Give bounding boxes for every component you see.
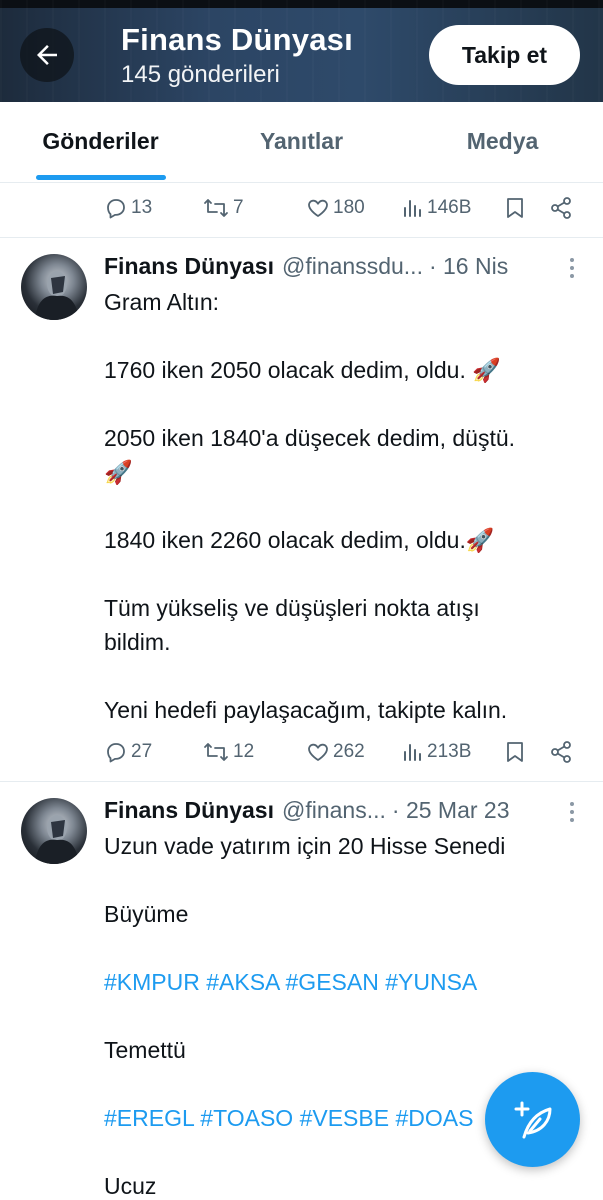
tweet-line: Uzun vade yatırım için 20 Hisse Senedi <box>104 833 506 859</box>
reply-icon <box>107 199 125 219</box>
tweet-date[interactable]: · 25 Mar 23 <box>392 797 510 824</box>
tweet-line: 1840 iken 2260 olacak dedim, oldu.🚀 <box>104 527 495 553</box>
author-handle[interactable]: @finanssdu... <box>282 253 423 280</box>
share-button[interactable] <box>549 730 573 774</box>
retweet-icon <box>204 199 228 217</box>
tweet-date[interactable]: · 16 Nis <box>429 253 508 280</box>
views-count: 146B <box>427 197 472 218</box>
bookmark-icon <box>507 742 523 762</box>
more-options-icon[interactable] <box>562 797 582 827</box>
reply-icon <box>107 743 125 763</box>
tweet-line: Yeni hedefi paylaşacağım, takipte kalın. <box>104 697 508 723</box>
avatar-image <box>35 815 79 864</box>
follow-button[interactable]: Takip et <box>429 25 580 85</box>
tab-label: Gönderiler <box>42 127 159 154</box>
bookmark-icon <box>507 198 523 218</box>
arrow-left-icon <box>37 45 57 65</box>
retweet-count: 7 <box>233 197 244 218</box>
bookmark-button[interactable] <box>504 730 526 774</box>
tweet-line: Gram Altın: <box>104 289 220 315</box>
tweet[interactable]: Finans Dünyası @finanssdu... · 16 Nis Gr… <box>0 238 603 782</box>
like-count: 262 <box>333 741 365 762</box>
author-handle[interactable]: @finans... <box>282 797 386 824</box>
views-button[interactable]: 213B <box>402 730 471 774</box>
tweet-actions: 13 7 180 146B <box>0 186 603 230</box>
tab-label: Yanıtlar <box>259 127 344 154</box>
tweet-line: Ucuz <box>104 1173 157 1199</box>
retweet-button[interactable]: 12 <box>202 730 254 774</box>
like-button[interactable]: 180 <box>306 186 365 230</box>
tweet-line: Tüm yükseliş ve düşüşleri nokta atışı <box>104 595 480 621</box>
active-tab-indicator <box>35 175 166 180</box>
views-count: 213B <box>427 741 472 762</box>
tweet-text: Gram Altın: 1760 iken 2050 olacak dedim,… <box>104 285 574 727</box>
share-button[interactable] <box>549 186 573 230</box>
tab-media[interactable]: Medya <box>402 102 603 182</box>
tweet-actions: 27 12 262 213B <box>0 730 603 774</box>
retweet-button[interactable]: 7 <box>202 186 244 230</box>
bookmark-button[interactable] <box>504 186 526 230</box>
views-chart-icon <box>404 744 421 761</box>
hashtag-line[interactable]: #KMPUR #AKSA #GESAN #YUNSA <box>104 965 574 999</box>
tweet-line: 1760 iken 2050 olacak dedim, oldu. 🚀 <box>104 357 501 383</box>
back-button[interactable] <box>20 28 74 82</box>
tweet-header: Finans Dünyası @finanssdu... · 16 Nis <box>104 250 508 282</box>
heart-icon <box>308 743 328 761</box>
profile-tabs: Gönderiler Yanıtlar Medya <box>0 102 603 183</box>
profile-title: Finans Dünyası <box>121 22 353 57</box>
avatar[interactable] <box>21 798 87 864</box>
tweet-line: Temettü <box>104 1037 186 1063</box>
tab-label: Medya <box>466 127 539 154</box>
avatar-image <box>35 271 79 320</box>
compose-button[interactable] <box>485 1072 580 1167</box>
views-button[interactable]: 146B <box>402 186 471 230</box>
reply-count: 13 <box>131 197 153 218</box>
author-name[interactable]: Finans Dünyası <box>104 253 274 280</box>
tweet-line: 2050 iken 1840'a düşecek dedim, düştü. <box>104 425 516 451</box>
reply-count: 27 <box>131 741 153 762</box>
author-name[interactable]: Finans Dünyası <box>104 797 274 824</box>
tweet-line: Büyüme <box>104 901 189 927</box>
like-button[interactable]: 262 <box>306 730 365 774</box>
views-chart-icon <box>404 200 421 217</box>
retweet-icon <box>204 743 228 761</box>
tweet-line: 🚀 <box>104 459 133 485</box>
avatar[interactable] <box>21 254 87 320</box>
reply-button[interactable]: 13 <box>104 186 152 230</box>
tab-replies[interactable]: Yanıtlar <box>201 102 402 182</box>
more-options-icon[interactable] <box>562 253 582 283</box>
retweet-count: 12 <box>233 741 255 762</box>
profile-header: Finans Dünyası 145 gönderileri Takip et <box>0 0 603 102</box>
heart-icon <box>308 199 328 217</box>
like-count: 180 <box>333 197 365 218</box>
header-text: Finans Dünyası 145 gönderileri <box>121 20 353 90</box>
share-icon <box>551 741 571 763</box>
tab-posts[interactable]: Gönderiler <box>0 102 201 182</box>
compose-feather-icon <box>514 1101 551 1138</box>
reply-button[interactable]: 27 <box>104 730 152 774</box>
tweet-header: Finans Dünyası @finans... · 25 Mar 23 <box>104 794 510 826</box>
share-icon <box>551 197 571 219</box>
post-count: 145 gönderileri <box>121 61 280 88</box>
tweet-line: bildim. <box>104 629 171 655</box>
